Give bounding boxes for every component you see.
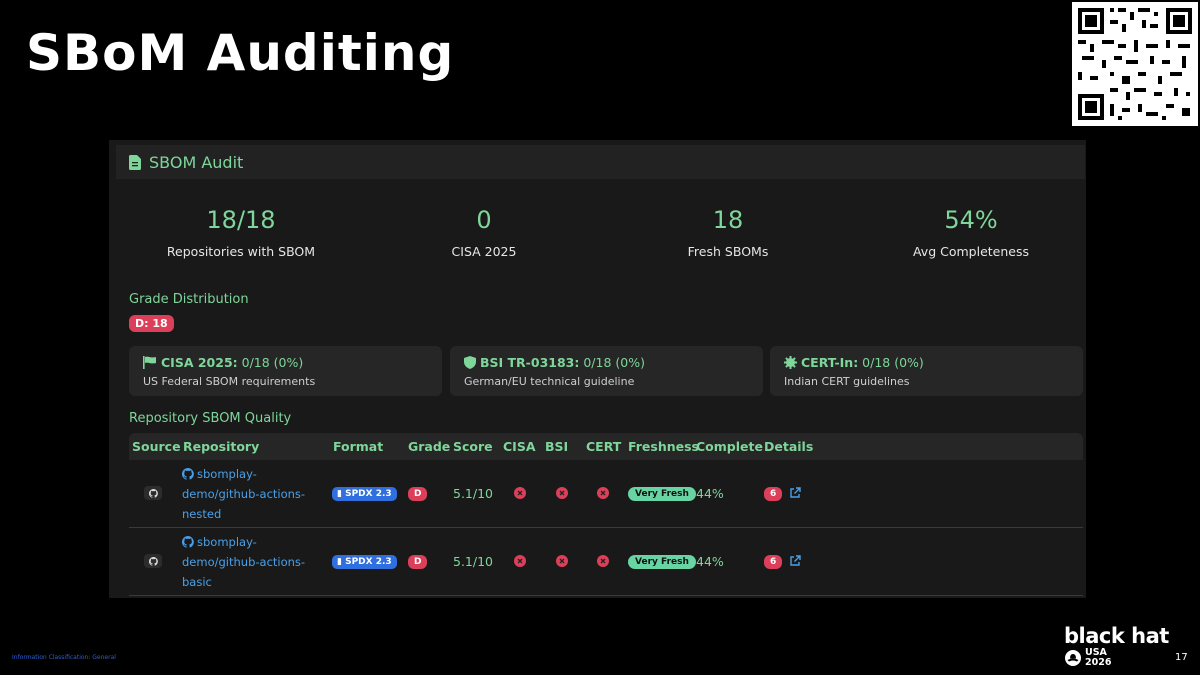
sbom-audit-panel: SBOM Audit 18/18 Repositories with SBOM … bbox=[109, 140, 1086, 598]
compliance-value: 0/18 (0%) bbox=[858, 355, 924, 370]
table-row: sbomplay- demo/github-actions- nested ▮ … bbox=[129, 460, 1083, 528]
logo-wordmark: black hat bbox=[1064, 624, 1169, 648]
column-header-format: Format bbox=[333, 439, 384, 454]
stat-value: 18/18 bbox=[206, 206, 276, 234]
repo-name-line: basic bbox=[182, 575, 212, 589]
repository-link[interactable]: sbomplay- demo/github-actions- basic bbox=[182, 532, 312, 592]
logo-year: 2026 bbox=[1085, 657, 1112, 668]
stat-label: Fresh SBOMs bbox=[687, 244, 769, 259]
repo-name-line: sbomplay- bbox=[197, 535, 257, 549]
compliance-value: 0/18 (0%) bbox=[579, 355, 645, 370]
fail-x-icon bbox=[597, 555, 609, 567]
compliance-description: Indian CERT guidelines bbox=[784, 375, 910, 388]
grade-distribution-title: Grade Distribution bbox=[129, 292, 249, 307]
flag-icon bbox=[143, 356, 156, 369]
stat-value: 18 bbox=[712, 206, 744, 234]
column-header-freshness: Freshness bbox=[628, 439, 699, 454]
details-count-badge: 6 bbox=[764, 555, 783, 569]
stat-label: Avg Completeness bbox=[912, 244, 1029, 259]
github-icon bbox=[144, 486, 162, 500]
freshness-badge: Very Fresh bbox=[628, 487, 696, 501]
document-icon bbox=[129, 154, 141, 170]
stat-value: 0 bbox=[476, 206, 492, 234]
qr-code bbox=[1072, 2, 1198, 126]
external-link-icon[interactable] bbox=[789, 487, 801, 499]
column-header-bsi: BSI bbox=[545, 439, 569, 454]
fail-x-icon bbox=[597, 487, 609, 499]
stat-label: CISA 2025 bbox=[451, 244, 517, 259]
stat-repositories-with-sbom: 18/18 Repositories with SBOM bbox=[121, 206, 361, 259]
column-header-details: Details bbox=[764, 439, 814, 454]
format-badge: ▮ SPDX 2.3 bbox=[332, 555, 397, 569]
score-value: 5.1/10 bbox=[453, 486, 493, 501]
repo-name-line: demo/github-actions- bbox=[182, 555, 306, 569]
external-link-icon[interactable] bbox=[789, 555, 801, 567]
repository-sbom-quality-title: Repository SBOM Quality bbox=[129, 411, 292, 426]
details-count-badge: 6 bbox=[764, 487, 783, 501]
github-icon bbox=[182, 468, 194, 480]
column-header-cisa: CISA bbox=[503, 439, 536, 454]
stat-fresh-sboms: 18 Fresh SBOMs bbox=[608, 206, 848, 259]
panel-header: SBOM Audit bbox=[116, 145, 1085, 179]
sbom-quality-table: Source Repository Format Grade Score CIS… bbox=[129, 433, 1083, 596]
compliance-description: US Federal SBOM requirements bbox=[143, 375, 316, 388]
repository-link[interactable]: sbomplay- demo/github-actions- nested bbox=[182, 464, 312, 524]
freshness-badge: Very Fresh bbox=[628, 555, 696, 569]
compliance-name: CISA 2025: bbox=[161, 355, 238, 370]
fail-x-icon bbox=[514, 487, 526, 499]
column-header-repository: Repository bbox=[183, 439, 260, 454]
score-value: 5.1/10 bbox=[453, 554, 493, 569]
stat-label: Repositories with SBOM bbox=[166, 244, 316, 259]
github-icon bbox=[182, 536, 194, 548]
format-label: SPDX 2.3 bbox=[345, 557, 392, 567]
format-label: SPDX 2.3 bbox=[345, 489, 392, 499]
shield-icon bbox=[464, 356, 476, 369]
complete-value: 44% bbox=[696, 554, 724, 569]
compliance-name: CERT-In: bbox=[801, 355, 859, 370]
grade-badge: D bbox=[408, 487, 428, 501]
compliance-name: BSI TR-03183: bbox=[480, 355, 580, 370]
grade-badge: D bbox=[408, 555, 428, 569]
panel-title: SBOM Audit bbox=[149, 152, 244, 172]
column-header-grade: Grade bbox=[408, 439, 451, 454]
fail-x-icon bbox=[556, 487, 568, 499]
classification-note: Information Classification: General bbox=[12, 654, 116, 661]
stat-cisa-2025: 0 CISA 2025 bbox=[364, 206, 604, 259]
black-hat-icon bbox=[1065, 650, 1081, 666]
github-icon bbox=[144, 554, 162, 568]
column-header-source: Source bbox=[132, 439, 181, 454]
compliance-value: 0/18 (0%) bbox=[237, 355, 304, 370]
column-header-cert: CERT bbox=[586, 439, 622, 454]
table-row: sbomplay- demo/github-actions- basic ▮ S… bbox=[129, 528, 1083, 596]
stat-avg-completeness: 54% Avg Completeness bbox=[851, 206, 1086, 259]
repo-name-line: demo/github-actions- bbox=[182, 487, 306, 501]
slide-title: SBoM Auditing bbox=[26, 24, 455, 82]
page-number: 17 bbox=[1175, 652, 1188, 663]
compliance-card-bsi: BSI TR-03183: 0/18 (0%) German/EU techni… bbox=[450, 346, 763, 396]
repo-name-line: nested bbox=[182, 507, 222, 521]
column-header-score: Score bbox=[453, 439, 493, 454]
stat-value: 54% bbox=[944, 206, 998, 234]
fail-x-icon bbox=[514, 555, 526, 567]
fail-x-icon bbox=[556, 555, 568, 567]
certificate-icon bbox=[784, 356, 797, 369]
compliance-card-cisa: CISA 2025: 0/18 (0%) US Federal SBOM req… bbox=[129, 346, 442, 396]
repo-name-line: sbomplay- bbox=[197, 467, 257, 481]
black-hat-logo: black hat USA 2026 bbox=[1064, 626, 1169, 668]
compliance-card-cert-in: CERT-In: 0/18 (0%) Indian CERT guideline… bbox=[770, 346, 1083, 396]
grade-d-badge: D: 18 bbox=[129, 315, 174, 332]
table-header: Source Repository Format Grade Score CIS… bbox=[129, 433, 1083, 460]
column-header-complete: Complete bbox=[696, 439, 763, 454]
compliance-description: German/EU technical guideline bbox=[464, 375, 635, 388]
format-badge: ▮ SPDX 2.3 bbox=[332, 487, 397, 501]
complete-value: 44% bbox=[696, 486, 724, 501]
